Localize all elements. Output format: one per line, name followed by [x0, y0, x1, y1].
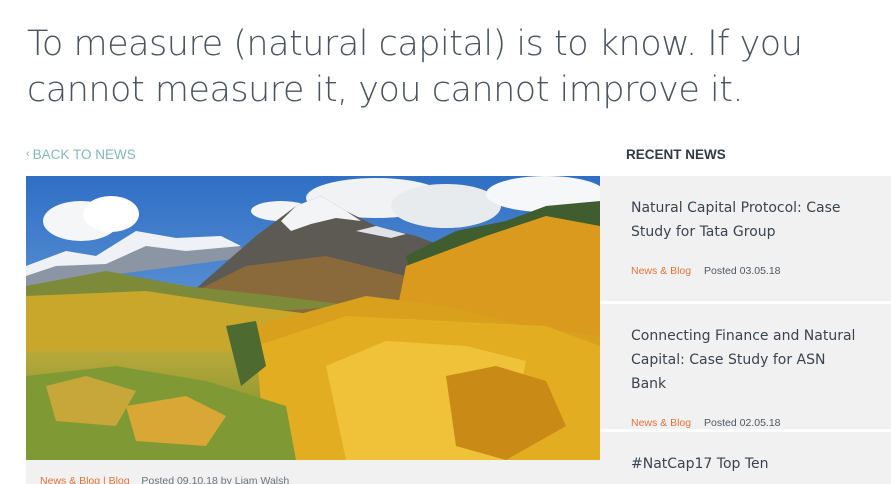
- recent-news-posted: Posted 02.05.18: [704, 417, 781, 429]
- recent-news-meta: News & Blog Posted 02.05.18: [631, 417, 865, 429]
- recent-news-title[interactable]: Connecting Finance and Natural Capital: …: [631, 324, 865, 396]
- back-to-news-link[interactable]: ‹ BACK TO NEWS: [26, 147, 136, 162]
- article-posted: Posted 09.10.18 by Liam Walsh: [141, 475, 290, 484]
- recent-news-list: Natural Capital Protocol: Case Study for…: [600, 176, 891, 484]
- page-title: To measure (natural capital) is to know.…: [27, 24, 803, 110]
- recent-news-category[interactable]: News & Blog: [631, 417, 691, 429]
- recent-news-heading: RECENT NEWS: [626, 147, 726, 162]
- landscape-image: [26, 176, 600, 460]
- recent-news-title[interactable]: #NatCap17 Top Ten: [631, 452, 865, 476]
- recent-news-item[interactable]: Connecting Finance and Natural Capital: …: [600, 304, 891, 429]
- recent-news-item[interactable]: #NatCap17 Top Ten: [600, 432, 891, 484]
- recent-news-category[interactable]: News & Blog: [631, 265, 691, 277]
- recent-news-title[interactable]: Natural Capital Protocol: Case Study for…: [631, 196, 865, 244]
- article-categories[interactable]: News & Blog | Blog: [40, 475, 130, 484]
- recent-news-meta: News & Blog Posted 03.05.18: [631, 265, 865, 277]
- hero-image: [26, 176, 600, 460]
- article-meta: News & Blog | Blog Posted 09.10.18 by Li…: [26, 460, 600, 484]
- recent-news-posted: Posted 03.05.18: [704, 265, 781, 277]
- back-to-news-label: BACK TO NEWS: [32, 147, 136, 162]
- recent-news-item[interactable]: Natural Capital Protocol: Case Study for…: [600, 176, 891, 301]
- chevron-left-icon: ‹: [26, 148, 30, 160]
